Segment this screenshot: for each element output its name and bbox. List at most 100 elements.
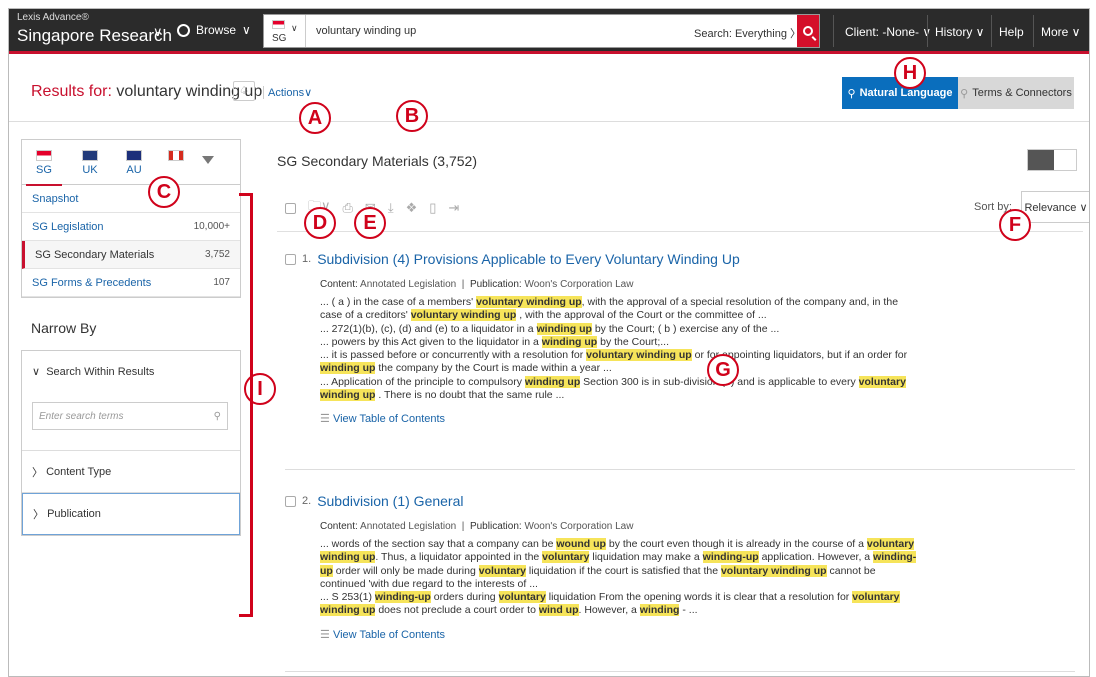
chevron-down-icon[interactable]: ∨: [153, 24, 163, 40]
globe-icon: [177, 23, 190, 37]
select-all-checkbox[interactable]: [285, 202, 296, 214]
top-navigation-bar: Lexis Advance® Singapore Research ∨ Brow…: [9, 9, 1089, 54]
canada-flag-icon: [168, 150, 184, 161]
download-icon[interactable]: ⤓: [388, 200, 394, 216]
tab-uk[interactable]: UK: [72, 140, 108, 186]
category-sg-legislation[interactable]: SG Legislation 10,000+: [22, 213, 240, 241]
callout-b: B: [396, 100, 428, 132]
result-checkbox[interactable]: [285, 495, 296, 507]
list-view-icon[interactable]: [1028, 150, 1054, 170]
publication-label: Publication:: [469, 279, 522, 290]
chevron-right-icon: 〉: [32, 466, 43, 479]
divider: [1033, 15, 1034, 47]
search-icon: [803, 26, 813, 36]
view-toc-link[interactable]: ☰ View Table of Contents: [320, 412, 1075, 425]
result-snippet: ... words of the section say that a comp…: [320, 538, 917, 617]
callout-d: D: [304, 207, 336, 239]
history-menu[interactable]: History ∨: [935, 25, 984, 39]
search-icon: ⚲: [847, 87, 856, 100]
brand-logo[interactable]: Lexis Advance® Singapore Research: [17, 12, 172, 45]
toc-icon: ☰: [320, 628, 330, 641]
divider: [833, 15, 834, 47]
export-icon[interactable]: ⇥: [448, 200, 459, 216]
facet-content-type[interactable]: 〉 Content Type: [22, 451, 240, 493]
facet-publication[interactable]: 〉 Publication: [22, 493, 240, 535]
category-sg-forms-precedents[interactable]: SG Forms & Precedents 107: [22, 269, 240, 297]
facet-search-within: ∨ Search Within Results Enter search ter…: [22, 351, 240, 451]
client-menu[interactable]: Client: -None- ∨: [845, 25, 931, 39]
result-title-link[interactable]: Subdivision (1) General: [317, 493, 463, 509]
terms-connectors-button[interactable]: ⚲ Terms & Connectors: [958, 77, 1074, 109]
callout-e: E: [354, 207, 386, 239]
tab-label: AU: [126, 164, 142, 176]
more-menu[interactable]: More ∨: [1041, 25, 1080, 39]
australia-flag-icon: [126, 150, 142, 161]
browse-label: Browse: [196, 23, 237, 37]
category-count: 3,752: [204, 249, 230, 260]
divider: [285, 469, 1075, 470]
category-count: 107: [213, 277, 230, 288]
document-icon[interactable]: ▯: [429, 200, 436, 216]
result-item: 2. Subdivision (1) General Content: Anno…: [285, 493, 1075, 641]
publication-value: Woon's Corporation Law: [524, 279, 634, 290]
tab-sg[interactable]: SG: [26, 140, 62, 186]
jurisdiction-code: SG: [272, 33, 287, 44]
content-value: Annotated Legislation: [360, 521, 457, 532]
view-toc-label: View Table of Contents: [332, 413, 446, 426]
sort-select[interactable]: Relevance ∨: [1021, 191, 1089, 223]
help-link[interactable]: Help: [999, 25, 1024, 39]
search-within-input[interactable]: Enter search terms ⚲: [32, 402, 228, 430]
compact-view-icon[interactable]: [1054, 150, 1076, 170]
brand-line-1: Lexis Advance®: [17, 12, 89, 23]
search-input[interactable]: voluntary winding up: [316, 25, 416, 37]
divider: [285, 671, 1075, 672]
actions-menu[interactable]: Actions∨: [263, 86, 312, 99]
search-button[interactable]: [797, 15, 819, 47]
narrow-by-heading: Narrow By: [31, 320, 97, 336]
result-snippet: ... ( a ) in the case of a members' volu…: [320, 296, 908, 402]
search-icon[interactable]: ⚲: [214, 411, 221, 422]
chevron-down-icon: ∨: [242, 23, 251, 37]
view-toggle[interactable]: [1027, 149, 1077, 171]
print-icon[interactable]: ⎙: [343, 200, 353, 216]
search-scope-selector[interactable]: Search: Everything 〉: [694, 25, 801, 41]
content-label: Content:: [320, 279, 358, 290]
result-checkbox[interactable]: [285, 253, 296, 265]
result-meta: Content: Annotated Legislation | Publica…: [320, 279, 634, 290]
facet-search-within-toggle[interactable]: ∨ Search Within Results: [32, 365, 230, 378]
category-sg-secondary-materials[interactable]: SG Secondary Materials 3,752: [22, 241, 240, 269]
divider: [9, 121, 1089, 122]
sidebar: SG UK AU Snapshot SG Legislation 10,000+…: [21, 139, 253, 536]
category-list: Snapshot SG Legislation 10,000+ SG Secon…: [21, 185, 241, 298]
bell-icon[interactable]: ♤: [233, 81, 255, 101]
category-snapshot[interactable]: Snapshot: [22, 185, 240, 213]
result-item: 1. Subdivision (4) Provisions Applicable…: [285, 251, 1075, 425]
uk-flag-icon: [82, 150, 98, 161]
terms-connectors-label: Terms & Connectors: [972, 87, 1072, 99]
search-icon: ⚲: [960, 87, 969, 100]
category-label: Snapshot: [32, 192, 79, 205]
callout-g: G: [707, 354, 739, 386]
more-jurisdictions-icon[interactable]: [202, 156, 214, 164]
divider: [927, 15, 928, 47]
view-toc-label: View Table of Contents: [332, 628, 446, 641]
chevron-right-icon: 〉: [33, 509, 44, 521]
result-title-link[interactable]: Subdivision (4) Provisions Applicable to…: [317, 251, 740, 267]
view-toc-link[interactable]: ☰ View Table of Contents: [320, 628, 1075, 641]
section-title: SG Secondary Materials (3,752): [277, 153, 477, 169]
browse-menu[interactable]: Browse ∨: [177, 23, 251, 37]
callout-c: C: [148, 176, 180, 208]
category-label: SG Forms & Precedents: [32, 276, 152, 289]
category-label: SG Secondary Materials: [35, 248, 155, 261]
publication-value: Woon's Corporation Law: [524, 521, 634, 532]
tab-au[interactable]: AU: [116, 140, 152, 186]
tab-label: UK: [82, 164, 98, 176]
dropbox-icon[interactable]: ❖: [406, 200, 418, 216]
jurisdiction-tabs: SG UK AU: [21, 139, 241, 186]
result-meta: Content: Annotated Legislation | Publica…: [320, 521, 634, 532]
search-box: SG ∨ voluntary winding up Search: Everyt…: [263, 14, 820, 48]
toc-icon: ☰: [320, 413, 330, 426]
result-number: 2.: [302, 495, 312, 507]
content-value: Annotated Legislation: [360, 279, 457, 290]
jurisdiction-select[interactable]: SG ∨: [264, 15, 306, 47]
